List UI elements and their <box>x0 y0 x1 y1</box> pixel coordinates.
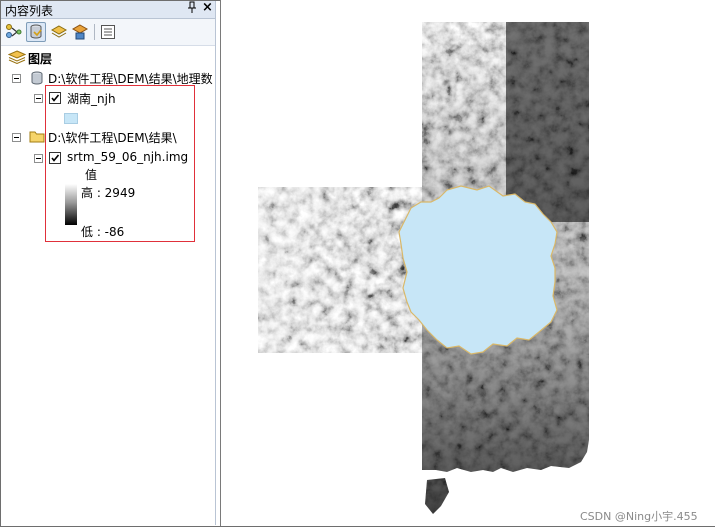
toolbar-separator <box>94 24 95 40</box>
watermark-text: CSDN @Ning小宇.455 <box>580 510 698 523</box>
options-icon[interactable] <box>98 22 118 42</box>
highlight-box <box>45 85 195 242</box>
panel-title-bar: 内容列表 × <box>1 0 215 19</box>
list-by-selection-icon[interactable] <box>70 22 90 42</box>
layers-root-icon <box>7 50 27 67</box>
group-2-collapse-icon[interactable] <box>12 133 21 142</box>
close-icon[interactable]: × <box>202 0 213 15</box>
layer-1-collapse-icon[interactable] <box>34 94 43 103</box>
toc-toolbar <box>1 19 215 46</box>
list-by-visibility-icon[interactable] <box>49 22 69 42</box>
panel-title: 内容列表 <box>5 4 54 18</box>
map-view[interactable] <box>220 0 715 526</box>
map-canvas[interactable] <box>221 0 715 526</box>
pin-icon[interactable] <box>187 1 197 18</box>
list-by-drawing-order-icon[interactable] <box>4 22 24 42</box>
layers-root-label[interactable]: 图层 <box>28 50 52 67</box>
group-1-collapse-icon[interactable] <box>12 74 21 83</box>
table-of-contents-panel: 内容列表 × 图层 D:\软件工程\DEM\结果\地理数 湖南_njh D:\软… <box>1 0 216 525</box>
layer-2-collapse-icon[interactable] <box>34 154 43 163</box>
list-by-source-icon[interactable] <box>26 22 46 42</box>
folder-icon <box>29 129 45 146</box>
database-icon <box>29 70 45 89</box>
